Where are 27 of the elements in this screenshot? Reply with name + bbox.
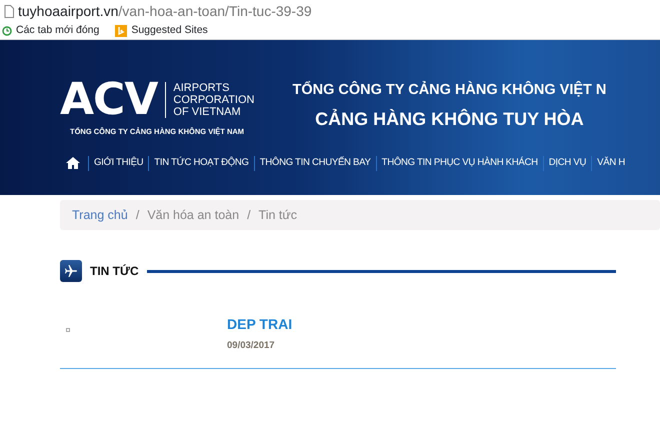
image-placeholder-icon xyxy=(66,328,70,332)
nav-link[interactable]: VĂN H xyxy=(591,156,630,171)
site-title: TỔNG CÔNG TY CẢNG HÀNG KHÔNG VIỆT N xyxy=(292,80,606,100)
site-title: CẢNG HÀNG KHÔNG TUY HÒA xyxy=(315,108,584,131)
nav-link[interactable]: THÔNG TIN PHỤC VỤ HÀNH KHÁCH xyxy=(376,156,543,171)
logo-text: AIRPORTS CORPORATION OF VIETNAM xyxy=(165,82,254,118)
plane-icon xyxy=(60,260,82,282)
section-title: TIN TỨC xyxy=(90,263,139,280)
nav-link[interactable]: TIN TỨC HOẠT ĐỘNG xyxy=(148,156,254,171)
article-date: 09/03/2017 xyxy=(227,339,276,353)
home-icon[interactable] xyxy=(66,157,80,170)
bookmark-link[interactable]: Các tab mới đóng xyxy=(16,22,100,38)
nav-link[interactable]: DỊCH VỤ xyxy=(542,156,592,171)
nav-link[interactable]: THÔNG TIN CHUYẾN BAY xyxy=(254,156,376,171)
b-letter-icon xyxy=(115,24,128,36)
clock-icon xyxy=(2,26,12,36)
breadcrumb-item: Văn hóa an toàn xyxy=(147,206,240,224)
breadcrumb-separator: / xyxy=(247,206,251,224)
breadcrumb-separator: / xyxy=(136,206,140,224)
page-icon xyxy=(4,4,14,18)
bookmark-link[interactable]: Suggested Sites xyxy=(131,22,208,38)
article-title[interactable]: DEP TRAI xyxy=(227,314,292,335)
logo-mark: ACV xyxy=(60,78,158,122)
breadcrumb-item: Tin tức xyxy=(258,206,298,224)
address-field[interactable]: tuyhoaairport.vn/van-hoa-an-toan/Tin-tuc-39-39 xyxy=(18,0,312,22)
breadcrumb-link[interactable]: Trang chủ xyxy=(72,206,128,224)
nav-link[interactable]: GIỚI THIỆU xyxy=(88,156,148,171)
